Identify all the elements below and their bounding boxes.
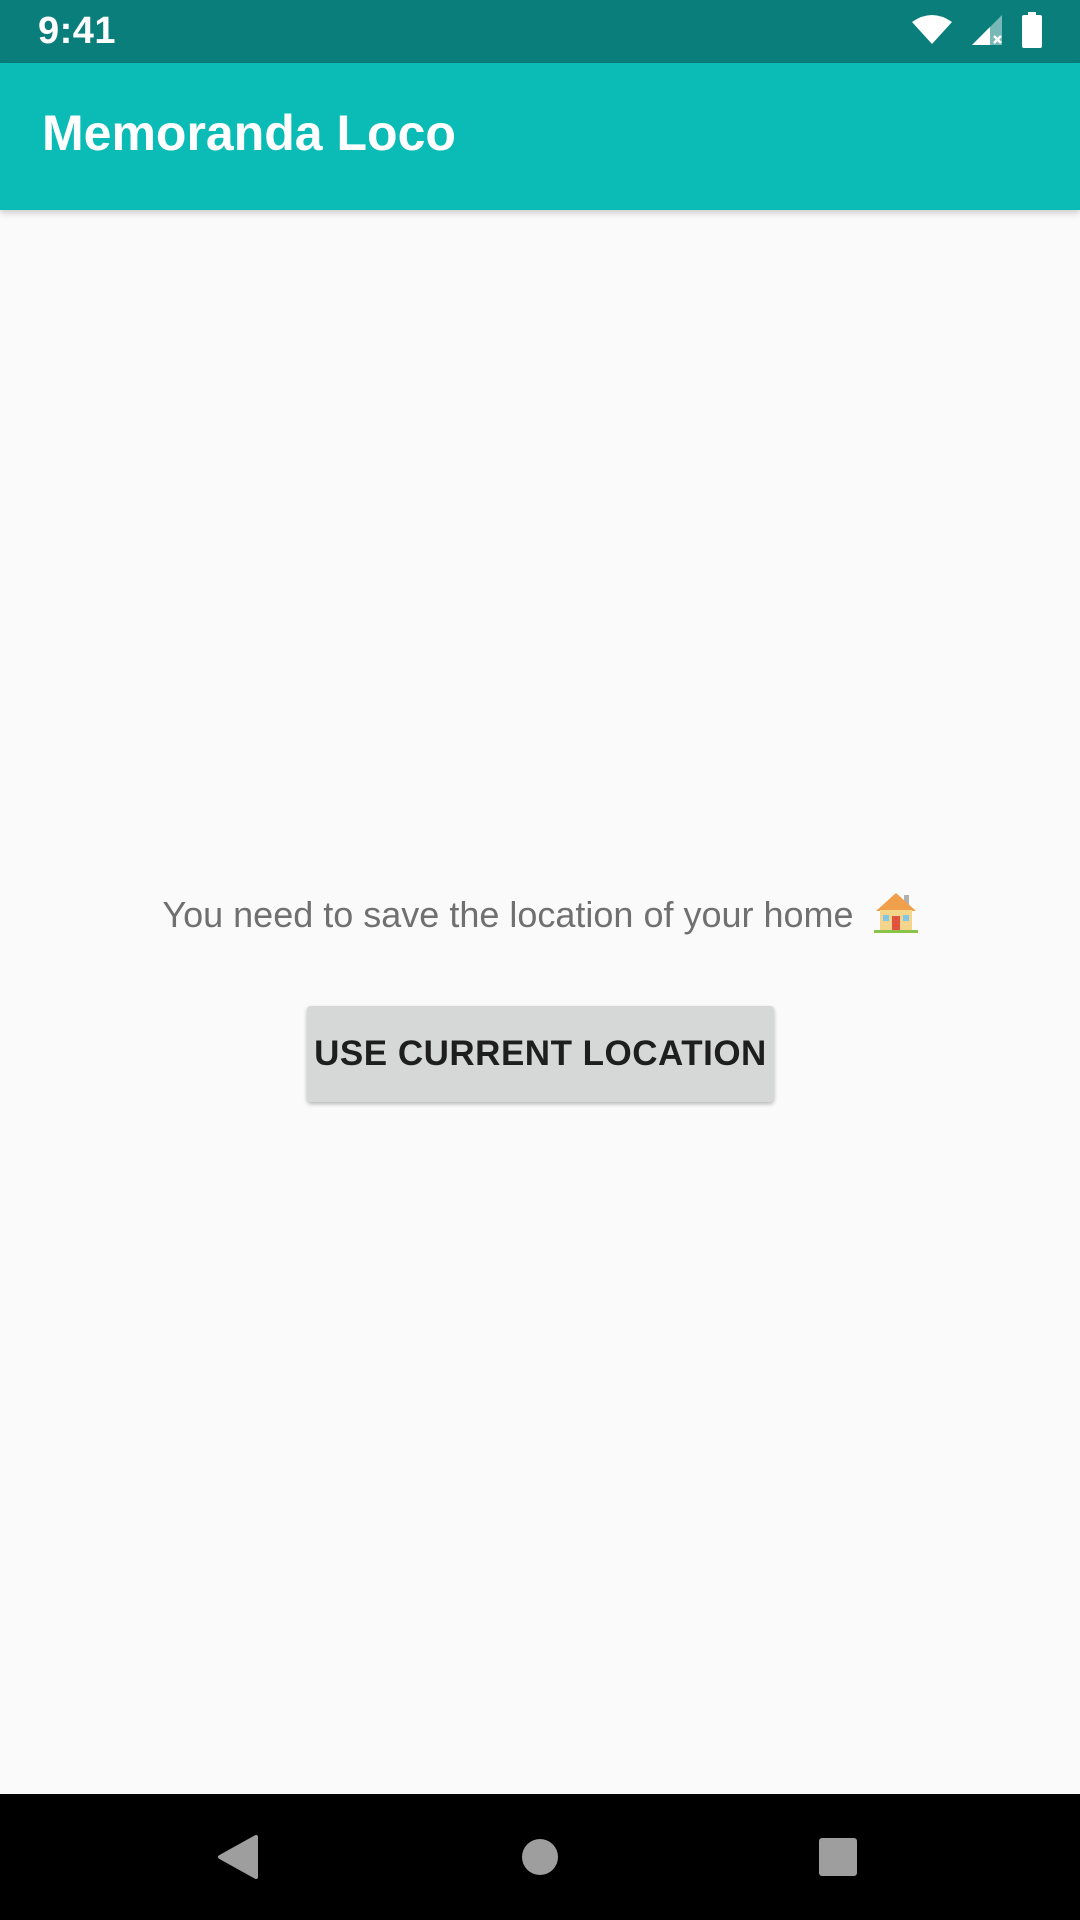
app-bar: Memoranda Loco [0,63,1080,210]
app-title: Memoranda Loco [42,105,456,161]
battery-icon [1022,11,1042,53]
cell-signal-icon [970,13,1004,52]
use-current-location-button[interactable]: USE CURRENT LOCATION [307,1006,774,1102]
recents-icon[interactable] [768,1794,908,1920]
message-text: You need to save the location of your ho… [162,894,854,935]
wifi-icon [912,14,952,51]
status-icons [912,11,1042,53]
back-icon[interactable] [168,1794,308,1920]
house-icon [873,891,918,946]
status-bar: 9:41 [0,0,1080,63]
navigation-bar [0,1794,1080,1920]
home-button-icon[interactable] [470,1794,610,1920]
screen: 9:41 Memoranda Loco You need to save the… [0,0,1080,1920]
home-location-message: You need to save the location of your ho… [0,890,1080,946]
status-time: 9:41 [38,10,117,52]
